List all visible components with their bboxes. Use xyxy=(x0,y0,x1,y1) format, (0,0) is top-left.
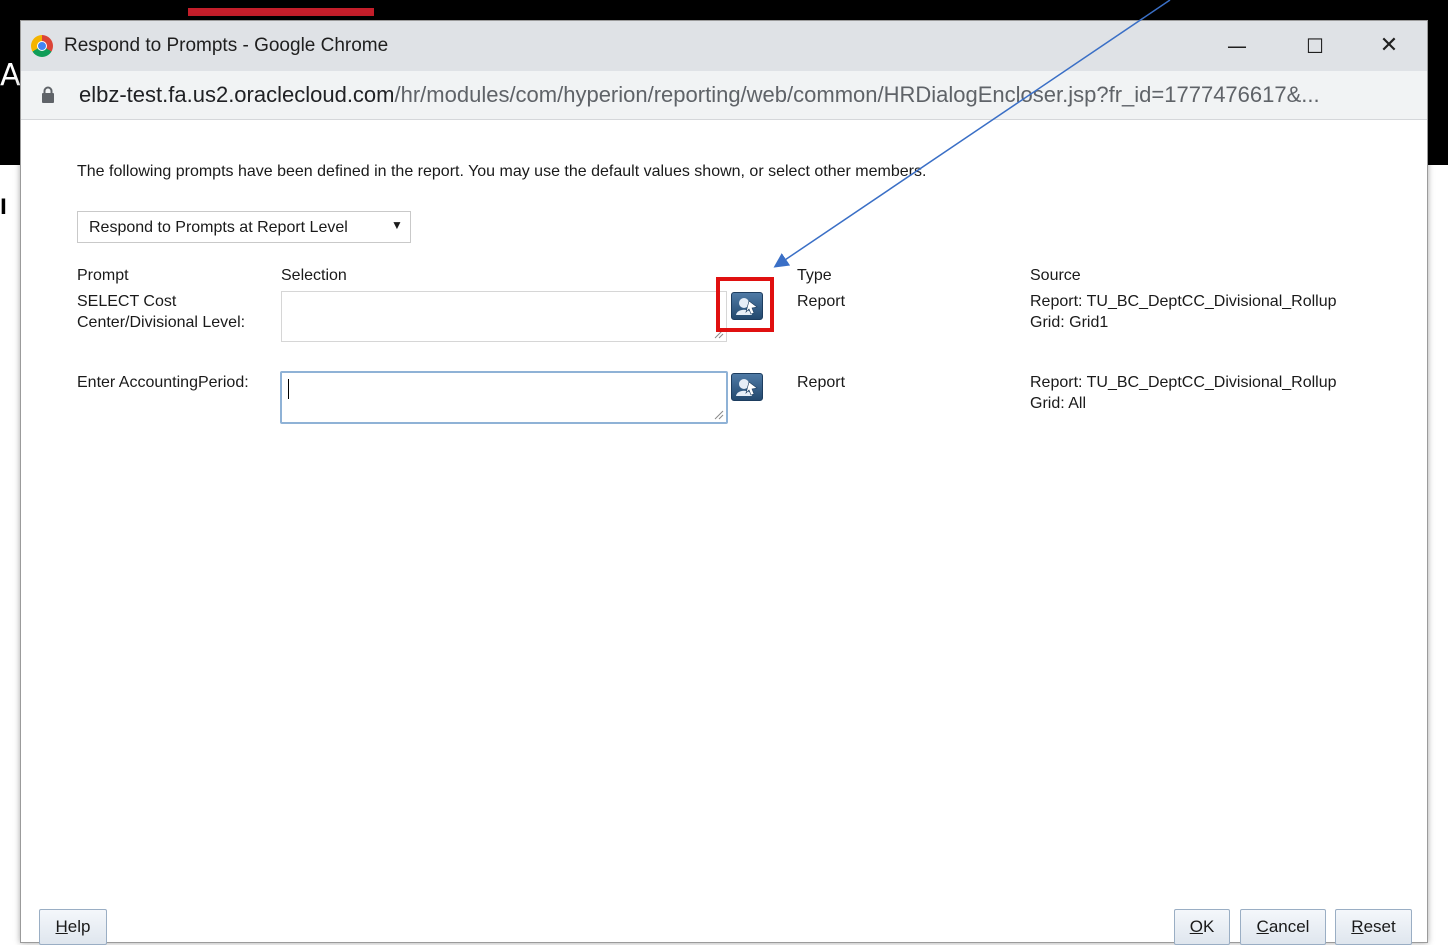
prompt-type: Report xyxy=(797,374,846,391)
resize-grip-icon[interactable] xyxy=(714,410,724,420)
dropdown-arrow-icon: ▼ xyxy=(391,218,403,232)
column-header-prompt: Prompt xyxy=(77,267,129,284)
source-grid: Grid: All xyxy=(1030,395,1087,412)
background-header-right xyxy=(1428,0,1448,165)
popup-window: Respond to Prompts - Google Chrome — ☐ ✕… xyxy=(20,20,1428,945)
column-header-type: Type xyxy=(797,267,832,284)
reset-button-mnemonic: R xyxy=(1351,917,1364,936)
source-report: Report: TU_BC_DeptCC_Divisional_Rollup xyxy=(1030,374,1337,391)
window-title: Respond to Prompts - Google Chrome xyxy=(64,35,389,56)
column-header-source: Source xyxy=(1030,267,1081,284)
maximize-button[interactable]: ☐ xyxy=(1295,29,1335,63)
source-report: Report: TU_BC_DeptCC_Divisional_Rollup xyxy=(1030,293,1337,310)
reset-button-label: eset xyxy=(1363,917,1396,936)
ok-button-label: K xyxy=(1202,917,1215,936)
intro-text: The following prompts have been defined … xyxy=(77,163,927,180)
title-bar[interactable]: Respond to Prompts - Google Chrome — ☐ ✕ xyxy=(21,21,1427,71)
help-button-label: elp xyxy=(67,917,91,936)
url-host: elbz-test.fa.us2.oraclecloud.com xyxy=(79,82,395,107)
url-path: /hr/modules/com/hyperion/reporting/web/c… xyxy=(394,82,1320,107)
prompt-level-select[interactable]: Respond to Prompts at Report Level ▼ xyxy=(77,211,411,243)
lock-icon xyxy=(42,86,54,103)
reset-button[interactable]: Reset xyxy=(1335,909,1412,945)
prompt-source: Report: TU_BC_DeptCC_Divisional_Rollup G… xyxy=(1030,372,1337,414)
prompt-label: SELECT Cost Center/Divisional Level: xyxy=(77,291,245,333)
help-button-mnemonic: H xyxy=(55,917,68,936)
prompt-dialog: The following prompts have been defined … xyxy=(21,120,1427,945)
prompt-label: Enter AccountingPeriod: xyxy=(77,374,249,391)
minimize-button[interactable]: — xyxy=(1217,29,1257,63)
prompt-label-line: Center/Divisional Level: xyxy=(77,314,246,331)
prompt-label-line: SELECT Cost xyxy=(77,293,177,310)
annotation-highlight-box xyxy=(716,277,774,332)
background-letter: l xyxy=(0,195,7,219)
background-red-tab xyxy=(188,8,374,16)
address-bar[interactable]: elbz-test.fa.us2.oraclecloud.com/hr/modu… xyxy=(21,71,1427,120)
chrome-icon xyxy=(31,35,53,57)
prompt-level-value: Respond to Prompts at Report Level xyxy=(89,219,348,236)
url-text[interactable]: elbz-test.fa.us2.oraclecloud.com/hr/modu… xyxy=(79,82,1320,108)
ok-button-mnemonic: O xyxy=(1189,917,1203,936)
help-button[interactable]: Help xyxy=(39,909,107,945)
prompt-type: Report xyxy=(797,293,846,310)
cancel-button-label: ancel xyxy=(1268,917,1310,936)
text-cursor xyxy=(288,379,289,399)
close-button[interactable]: ✕ xyxy=(1369,29,1409,63)
member-select-icon xyxy=(736,379,758,396)
background-letter: A xyxy=(0,58,21,93)
cancel-button-mnemonic: C xyxy=(1256,917,1269,936)
source-grid: Grid: Grid1 xyxy=(1030,314,1109,331)
column-header-selection: Selection xyxy=(281,267,347,284)
cancel-button[interactable]: Cancel xyxy=(1240,909,1326,945)
prompt-source: Report: TU_BC_DeptCC_Divisional_Rollup G… xyxy=(1030,291,1337,333)
member-select-button[interactable] xyxy=(731,373,763,401)
ok-button[interactable]: OK xyxy=(1174,909,1230,945)
cost-center-selection-field[interactable] xyxy=(281,291,727,342)
accounting-period-selection-field[interactable] xyxy=(280,371,728,424)
